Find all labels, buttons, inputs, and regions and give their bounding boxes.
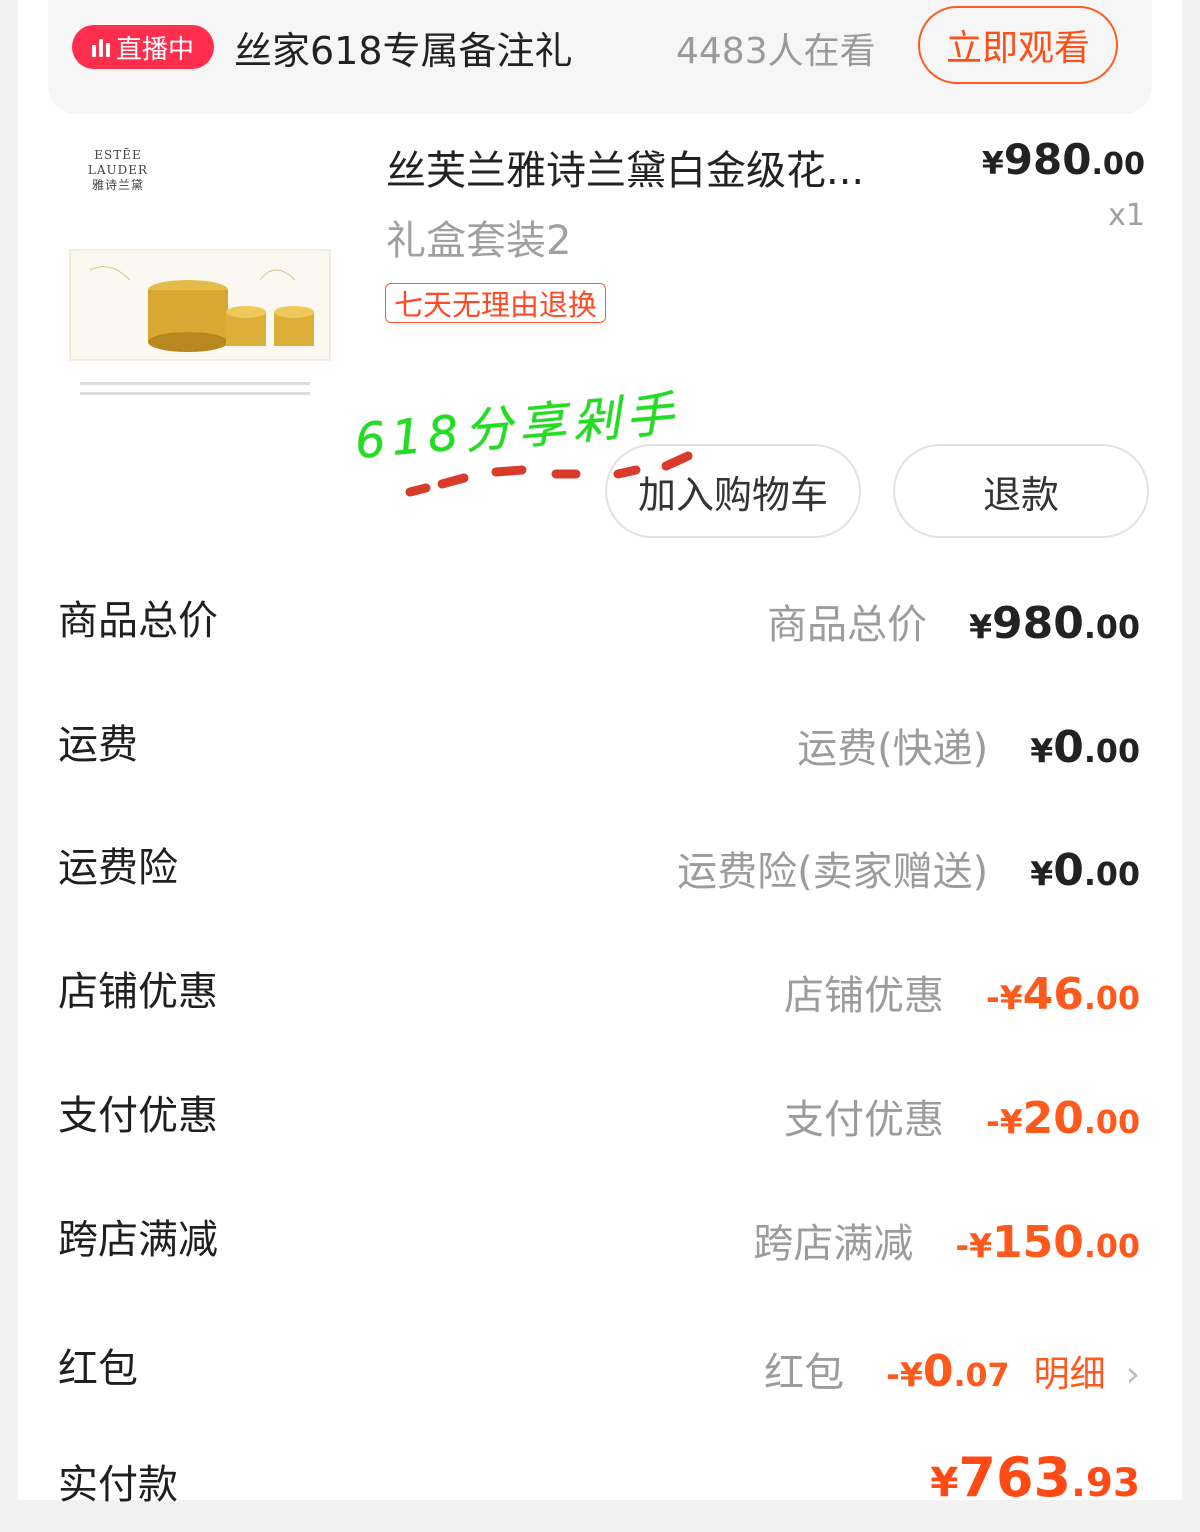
fee-row-label: 运费 bbox=[58, 722, 138, 768]
live-title: 丝家618专属备注礼 bbox=[234, 29, 573, 73]
fee-row-description: 跨店满减 bbox=[753, 1221, 914, 1267]
order-detail-page: 直播中 丝家618专属备注礼 4483人在看 立即观看 ESTĒE LAUDER… bbox=[18, 0, 1182, 1509]
fee-row-label: 店铺优惠 bbox=[58, 969, 218, 1015]
fee-row-amount: ¥0.00 bbox=[1030, 722, 1140, 773]
fee-row-amount: -¥150.00 bbox=[955, 1217, 1140, 1268]
fee-row[interactable]: 红包 红包 -¥0.07 明细 › bbox=[18, 1336, 1182, 1416]
fee-row-value: 店铺优惠 -¥46.00 bbox=[784, 963, 1140, 1021]
fee-row-description: 运费险(卖家赠送) bbox=[677, 849, 989, 895]
live-badge: 直播中 bbox=[72, 25, 214, 69]
product-title[interactable]: 丝芙兰雅诗兰黛白金级花... bbox=[386, 138, 864, 196]
fee-row-description: 红包 bbox=[764, 1350, 845, 1396]
fee-row-label: 红包 bbox=[58, 1346, 138, 1392]
watch-now-button[interactable]: 立即观看 bbox=[918, 6, 1118, 84]
product-spec: 礼盒套装2 bbox=[386, 218, 572, 264]
fee-row-description: 店铺优惠 bbox=[783, 973, 944, 1019]
fee-row-label: 跨店满减 bbox=[58, 1217, 218, 1263]
fee-row: 商品总价 商品总价 ¥980.00 bbox=[18, 588, 1182, 668]
fee-row-description: 运费(快递) bbox=[797, 726, 989, 772]
total-row: 实付款 ¥763.93 bbox=[18, 1446, 1182, 1532]
add-to-cart-button[interactable]: 加入购物车 bbox=[605, 444, 861, 538]
fee-row-value: 运费险(卖家赠送) ¥0.00 bbox=[677, 839, 1140, 897]
fee-row-label: 支付优惠 bbox=[58, 1093, 218, 1139]
live-bars-icon bbox=[91, 37, 110, 57]
fee-row: 运费 运费(快递) ¥0.00 bbox=[18, 712, 1182, 792]
fee-row-value: 红包 -¥0.07 明细 › bbox=[764, 1340, 1140, 1398]
fee-row-amount: ¥980.00 bbox=[969, 598, 1140, 649]
fee-row-amount: -¥46.00 bbox=[985, 969, 1140, 1020]
fee-row-label: 商品总价 bbox=[58, 598, 218, 644]
chevron-right-icon[interactable]: › bbox=[1126, 1354, 1140, 1395]
fee-row-description: 商品总价 bbox=[767, 602, 928, 648]
refund-button[interactable]: 退款 bbox=[893, 444, 1149, 538]
fee-row-amount: -¥0.07 bbox=[886, 1346, 1010, 1397]
fee-row-amount: ¥0.00 bbox=[1030, 845, 1140, 896]
unit-price: ¥980.00 bbox=[981, 135, 1145, 184]
fee-row-value: 商品总价 ¥980.00 bbox=[767, 592, 1140, 650]
fee-row: 店铺优惠 店铺优惠 -¥46.00 bbox=[18, 959, 1182, 1039]
return-policy-tag: 七天无理由退换 bbox=[385, 283, 607, 323]
fee-row: 运费险 运费险(卖家赠送) ¥0.00 bbox=[18, 835, 1182, 915]
fee-row: 支付优惠 支付优惠 -¥20.00 bbox=[18, 1083, 1182, 1163]
fee-row-description: 支付优惠 bbox=[783, 1097, 944, 1143]
live-badge-label: 直播中 bbox=[115, 34, 194, 65]
quantity: x1 bbox=[1108, 198, 1145, 233]
fee-row-amount: -¥20.00 bbox=[985, 1093, 1140, 1144]
gift-box-illustration bbox=[69, 249, 331, 395]
fee-row: 跨店满减 跨店满减 -¥150.00 bbox=[18, 1207, 1182, 1287]
fee-row-value: 跨店满减 -¥150.00 bbox=[753, 1211, 1140, 1269]
live-banner[interactable]: 直播中 丝家618专属备注礼 4483人在看 立即观看 bbox=[48, 0, 1152, 114]
product-image[interactable]: ESTĒE LAUDER 雅诗兰黛 bbox=[60, 130, 350, 420]
fee-row-value: 支付优惠 -¥20.00 bbox=[784, 1087, 1140, 1145]
detail-link[interactable]: 明细 bbox=[1034, 1345, 1106, 1397]
fee-row-value: 运费(快递) ¥0.00 bbox=[797, 716, 1140, 774]
fee-row-label: 运费险 bbox=[58, 845, 178, 891]
total-label: 实付款 bbox=[58, 1462, 178, 1508]
live-viewer-count: 4483人在看 bbox=[676, 31, 876, 72]
